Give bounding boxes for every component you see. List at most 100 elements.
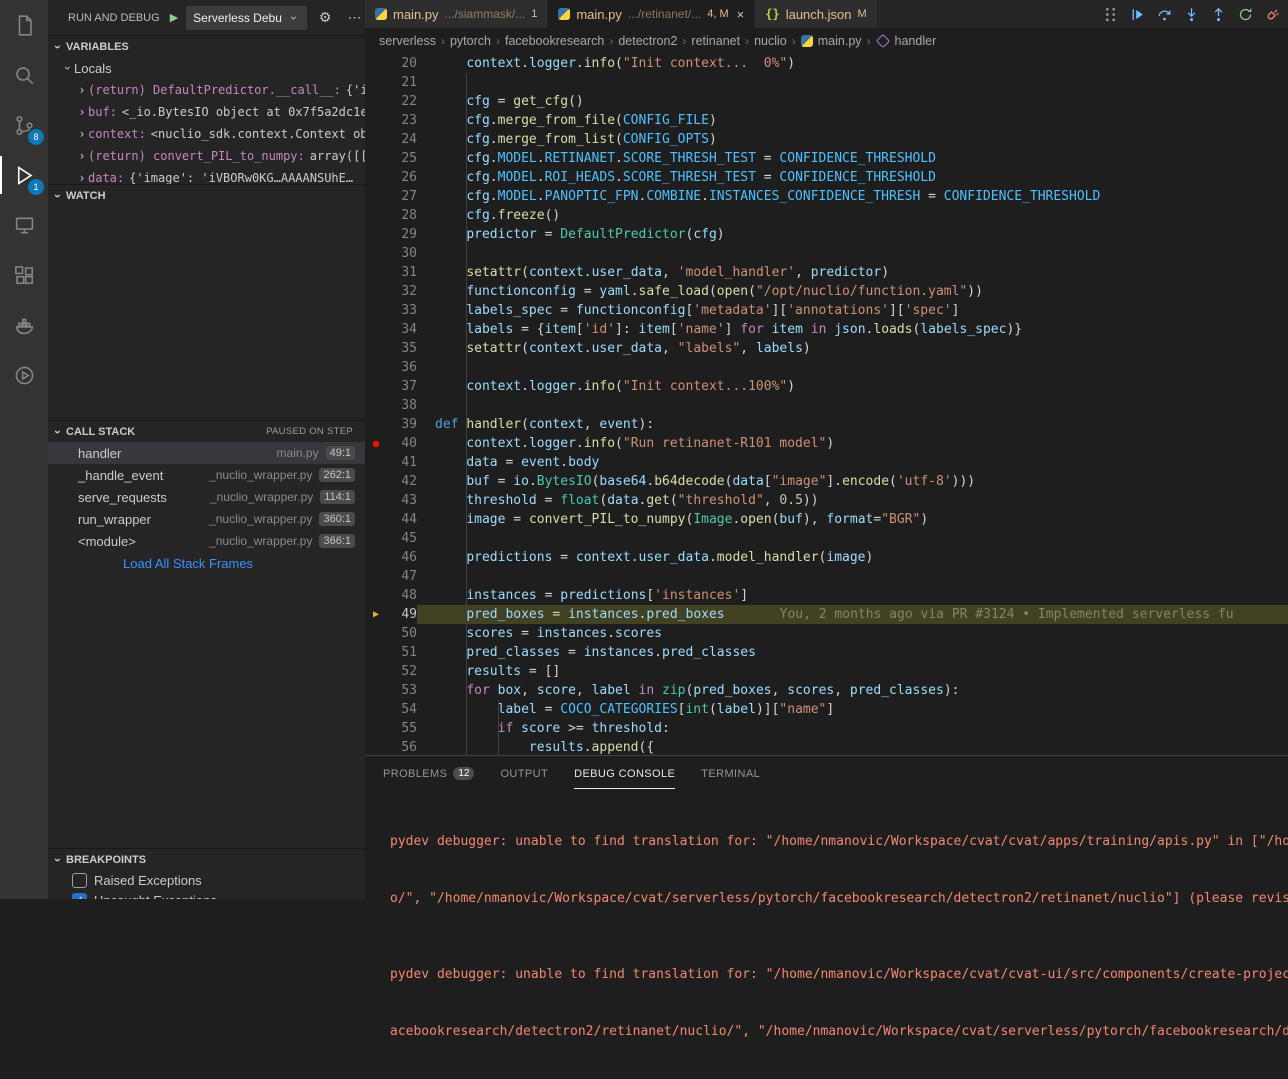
start-debug-icon[interactable]: ▶	[170, 11, 178, 24]
code-line[interactable]: 36	[365, 358, 1288, 377]
tab-main-py-siammask[interactable]: main.py .../siammask/... 1	[365, 0, 548, 28]
code-line[interactable]: 31 setattr(context.user_data, 'model_han…	[365, 263, 1288, 282]
breakpoint-row[interactable]: ✓ Uncaught Exceptions	[48, 890, 365, 899]
gutter-margin[interactable]	[365, 377, 387, 396]
load-all-stack-frames-link[interactable]: Load All Stack Frames	[48, 552, 365, 574]
code-line[interactable]: 20 context.logger.info("Init context... …	[365, 54, 1288, 73]
drag-handle-icon[interactable]	[1101, 5, 1120, 24]
line-number[interactable]: 44	[387, 510, 417, 529]
code-line[interactable]: 44 image = convert_PIL_to_numpy(Image.op…	[365, 510, 1288, 529]
line-number[interactable]: 39	[387, 415, 417, 434]
extensions-icon[interactable]	[0, 250, 48, 300]
play-circle-icon[interactable]	[0, 350, 48, 400]
watch-section-header[interactable]: › WATCH	[48, 184, 365, 206]
line-number[interactable]: 36	[387, 358, 417, 377]
variable-row[interactable]: › context: <nuclio_sdk.context.Context o…	[48, 123, 365, 145]
code-line[interactable]: 50 scores = instances.scores	[365, 624, 1288, 643]
gutter-margin[interactable]	[365, 681, 387, 700]
gutter-margin[interactable]	[365, 567, 387, 586]
line-number[interactable]: 46	[387, 548, 417, 567]
gutter-margin[interactable]	[365, 301, 387, 320]
gutter-margin[interactable]	[365, 396, 387, 415]
stack-frame[interactable]: handler main.py 49:1	[48, 442, 365, 464]
stack-frame[interactable]: serve_requests _nuclio_wrapper.py 114:1	[48, 486, 365, 508]
code-line[interactable]: 22 cfg = get_cfg()	[365, 92, 1288, 111]
variable-row[interactable]: › buf: <_io.BytesIO object at 0x7f5a2dc1…	[48, 101, 365, 123]
stack-frame[interactable]: _handle_event _nuclio_wrapper.py 262:1	[48, 464, 365, 486]
line-number[interactable]: 35	[387, 339, 417, 358]
more-actions-icon[interactable]: ⋯	[343, 9, 365, 26]
gutter-margin[interactable]	[365, 548, 387, 567]
line-number[interactable]: 54	[387, 700, 417, 719]
gutter-margin[interactable]	[365, 643, 387, 662]
gutter-margin[interactable]	[365, 92, 387, 111]
breadcrumb-item[interactable]: retinanet	[691, 34, 740, 48]
gutter-margin[interactable]	[365, 738, 387, 755]
code-line[interactable]: 34 labels = {item['id']: item['name'] fo…	[365, 320, 1288, 339]
line-number[interactable]: 41	[387, 453, 417, 472]
breadcrumb-item[interactable]: nuclio	[754, 34, 787, 48]
line-number[interactable]: 56	[387, 738, 417, 755]
gutter-margin[interactable]	[365, 415, 387, 434]
breadcrumb-item[interactable]: serverless	[379, 34, 436, 48]
line-number[interactable]: 34	[387, 320, 417, 339]
line-number[interactable]: 29	[387, 225, 417, 244]
code-line[interactable]: ●40 context.logger.info("Run retinanet-R…	[365, 434, 1288, 453]
line-number[interactable]: 40	[387, 434, 417, 453]
gutter-margin[interactable]	[365, 719, 387, 738]
line-number[interactable]: 30	[387, 244, 417, 263]
gutter-margin[interactable]	[365, 282, 387, 301]
line-number[interactable]: 47	[387, 567, 417, 586]
code-line[interactable]: 48 instances = predictions['instances']	[365, 586, 1288, 605]
code-line[interactable]: ▶49 pred_boxes = instances.pred_boxesYou…	[365, 605, 1288, 624]
code-line[interactable]: 56 results.append({	[365, 738, 1288, 755]
tab-terminal[interactable]: TERMINAL	[701, 756, 760, 789]
code-line[interactable]: 51 pred_classes = instances.pred_classes	[365, 643, 1288, 662]
line-number[interactable]: 45	[387, 529, 417, 548]
gutter-margin[interactable]	[365, 54, 387, 73]
tab-problems[interactable]: PROBLEMS 12	[383, 756, 474, 789]
disconnect-icon[interactable]	[1263, 5, 1282, 24]
continue-icon[interactable]	[1128, 5, 1147, 24]
call-stack-section-header[interactable]: › CALL STACK PAUSED ON STEP	[48, 420, 365, 442]
code-line[interactable]: 29 predictor = DefaultPredictor(cfg)	[365, 225, 1288, 244]
source-control-icon[interactable]: 8	[0, 100, 48, 150]
tab-launch-json[interactable]: {} launch.json M	[755, 0, 877, 28]
variable-row[interactable]: › data: {'image': 'iVBORw0KG…AAAANSUhE…	[48, 167, 365, 184]
remote-explorer-icon[interactable]	[0, 200, 48, 250]
breadcrumb-item[interactable]: pytorch	[450, 34, 491, 48]
code-line[interactable]: 24 cfg.merge_from_list(CONFIG_OPTS)	[365, 130, 1288, 149]
code-line[interactable]: 52 results = []	[365, 662, 1288, 681]
tab-output[interactable]: OUTPUT	[500, 756, 548, 789]
breadcrumb-item[interactable]: detectron2	[618, 34, 677, 48]
gutter-margin[interactable]	[365, 111, 387, 130]
line-number[interactable]: 52	[387, 662, 417, 681]
line-number[interactable]: 25	[387, 149, 417, 168]
stack-frame[interactable]: <module> _nuclio_wrapper.py 366:1	[48, 530, 365, 552]
search-icon[interactable]	[0, 50, 48, 100]
gutter-margin[interactable]	[365, 187, 387, 206]
gutter-margin[interactable]	[365, 149, 387, 168]
line-number[interactable]: 27	[387, 187, 417, 206]
code-editor[interactable]: 20 context.logger.info("Init context... …	[365, 54, 1288, 755]
line-number[interactable]: 53	[387, 681, 417, 700]
code-line[interactable]: 42 buf = io.BytesIO(base64.b64decode(dat…	[365, 472, 1288, 491]
code-line[interactable]: 35 setattr(context.user_data, "labels", …	[365, 339, 1288, 358]
code-line[interactable]: 55 if score >= threshold:	[365, 719, 1288, 738]
line-number[interactable]: 20	[387, 54, 417, 73]
line-number[interactable]: 48	[387, 586, 417, 605]
breakpoints-section-header[interactable]: › BREAKPOINTS	[48, 848, 365, 870]
scope-row[interactable]: › Locals	[48, 57, 365, 79]
code-line[interactable]: 28 cfg.freeze()	[365, 206, 1288, 225]
line-number[interactable]: 51	[387, 643, 417, 662]
code-line[interactable]: 26 cfg.MODEL.ROI_HEADS.SCORE_THRESH_TEST…	[365, 168, 1288, 187]
gear-icon[interactable]: ⚙	[315, 9, 336, 26]
code-line[interactable]: 45	[365, 529, 1288, 548]
breadcrumb-item[interactable]: facebookresearch	[505, 34, 604, 48]
code-line[interactable]: 38	[365, 396, 1288, 415]
gutter-margin[interactable]	[365, 358, 387, 377]
code-line[interactable]: 37 context.logger.info("Init context...1…	[365, 377, 1288, 396]
line-number[interactable]: 37	[387, 377, 417, 396]
gutter-margin[interactable]	[365, 339, 387, 358]
line-number[interactable]: 24	[387, 130, 417, 149]
